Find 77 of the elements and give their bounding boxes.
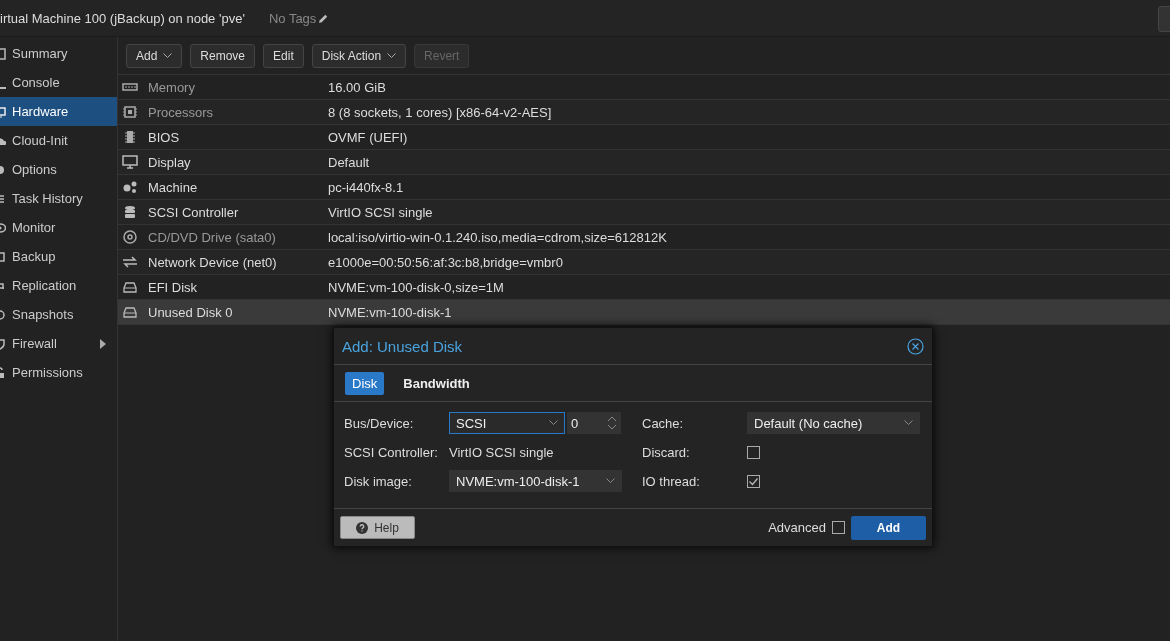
table-cell-text: EFI Disk <box>148 279 199 295</box>
table-cell: 8 (8 sockets, 1 cores) [x86-64-v2-AES] <box>328 104 552 120</box>
caret-icon <box>99 338 107 349</box>
sidebar-item[interactable]: Backup <box>0 242 117 271</box>
monitor-icon <box>122 155 138 169</box>
hard-drive-icon <box>122 280 138 294</box>
toolbar-button[interactable]: Edit <box>263 43 304 68</box>
ram-icon <box>122 80 138 94</box>
sidebar-item[interactable]: Monitor <box>0 213 117 242</box>
toolbar-button[interactable]: Remove <box>190 43 256 68</box>
chip-icon <box>122 130 138 144</box>
table-cell-text: Display <box>148 154 192 170</box>
toolbar-button[interactable]: Add <box>126 43 183 68</box>
sidebar-item[interactable]: Summary <box>0 39 117 68</box>
dropdown-field[interactable]: NVME:vm-100-disk-1 <box>449 470 622 492</box>
table-cell-text: SCSI Controller <box>148 204 240 220</box>
chevron-down-icon <box>606 478 615 484</box>
checkbox[interactable] <box>832 521 845 534</box>
pencil-icon <box>318 12 330 24</box>
table-cell: pc-i440fx-8.1 <box>328 179 404 195</box>
sidebar-item[interactable]: Replication <box>0 271 117 300</box>
dropdown-field[interactable]: Default (No cache) <box>747 412 920 434</box>
checkbox[interactable] <box>747 474 760 488</box>
tab[interactable]: Bandwidth <box>396 371 477 395</box>
table-cell-text: CD/DVD Drive (sata0) <box>148 229 277 245</box>
table-cell: NVME:vm-100-disk-1 <box>328 304 452 320</box>
chevron-down-icon <box>549 420 558 426</box>
spinner-arrows-icon <box>607 415 617 431</box>
table-cell-text: BIOS <box>148 129 181 145</box>
hard-drive-icon <box>122 305 138 319</box>
field-label: IO thread: <box>642 473 701 489</box>
checkbox[interactable] <box>747 445 760 459</box>
dropdown-field[interactable]: SCSI <box>449 412 565 434</box>
window-title: irtual Machine 100 (jBackup) on node 'pve' <box>0 10 245 26</box>
number-field[interactable]: 0 <box>567 412 621 434</box>
table-cell-text: Machine <box>148 179 199 195</box>
sidebar-item[interactable]: Console <box>0 68 117 97</box>
help-button[interactable]: Help <box>340 516 415 539</box>
table-cell: Default <box>328 154 370 170</box>
table-cell: NVME:vm-100-disk-0,size=1M <box>328 279 504 295</box>
chevron-down-icon <box>904 420 913 426</box>
add-button[interactable]: Add <box>851 515 926 540</box>
sidebar-item[interactable]: Options <box>0 155 117 184</box>
table-cell: local:iso/virtio-win-0.1.240.iso,media=cdrom,size=612812K <box>328 229 667 245</box>
field-label: Discard: <box>642 444 691 460</box>
sidebar-item[interactable]: Firewall <box>0 329 117 358</box>
tags-button[interactable]: No Tags <box>268 10 330 26</box>
tab[interactable]: Disk <box>345 371 385 395</box>
toolbar-button[interactable]: Disk Action <box>311 43 407 68</box>
question-icon <box>356 521 369 534</box>
cpu-icon <box>122 105 138 119</box>
gears-icon <box>122 180 138 194</box>
field-label: Bus/Device: <box>344 415 415 431</box>
table-cell: 16.00 GiB <box>328 79 386 95</box>
table-cell-text: Processors <box>148 104 215 120</box>
dialog-title: Add: Unused Disk <box>342 337 463 355</box>
close-icon[interactable] <box>907 337 924 355</box>
field-value: VirtIO SCSI single <box>449 444 554 460</box>
table-cell: OVMF (UEFI) <box>328 129 408 145</box>
sidebar-item[interactable]: Hardware <box>0 97 117 126</box>
table-cell: e1000e=00:50:56:af:3c:b8,bridge=vmbr0 <box>328 254 563 270</box>
sidebar-item[interactable]: Cloud-Init <box>0 126 117 155</box>
checkbox-label: Advanced <box>768 520 826 535</box>
exchange-arrows-icon <box>122 255 138 269</box>
field-label: SCSI Controller: <box>344 444 439 460</box>
sidebar-item[interactable]: Snapshots <box>0 300 117 329</box>
disc-icon <box>122 230 138 244</box>
database-icon <box>122 205 138 219</box>
table-cell-text: Network Device (net0) <box>148 254 278 270</box>
table-row[interactable]: Unused Disk 0 NVME:vm-100-disk-1 <box>118 300 1170 325</box>
table-cell-text: Memory <box>148 79 196 95</box>
table-cell: VirtIO SCSI single <box>328 204 433 220</box>
table-cell-text: Unused Disk 0 <box>148 304 234 320</box>
sidebar-item[interactable]: Permissions <box>0 358 117 387</box>
sidebar-item[interactable]: Task History <box>0 184 117 213</box>
field-label: Disk image: <box>344 473 413 489</box>
field-label: Cache: <box>642 415 685 431</box>
